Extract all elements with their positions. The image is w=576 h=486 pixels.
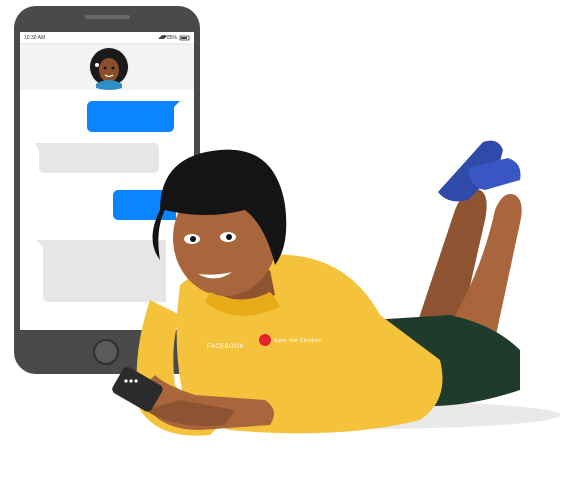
shirt-logo-text: Save the Children <box>274 338 323 344</box>
home-button[interactable] <box>93 339 119 365</box>
shirt-facebook-text: FACEBOOK <box>207 344 245 350</box>
received-message-bubble[interactable] <box>36 240 166 302</box>
save-the-children-logo <box>259 334 271 346</box>
battery-level <box>181 37 187 39</box>
received-message-bubble[interactable] <box>34 143 159 173</box>
illustration-scene: 10:30 AM 85% FACEBOOK Save the Children <box>0 0 576 481</box>
illustration-svg <box>14 6 560 436</box>
status-time: 10:30 AM <box>24 35 46 41</box>
sent-message-bubble[interactable] <box>87 101 180 132</box>
status-battery-text: 85% <box>167 35 178 41</box>
phone-speaker <box>85 15 130 19</box>
